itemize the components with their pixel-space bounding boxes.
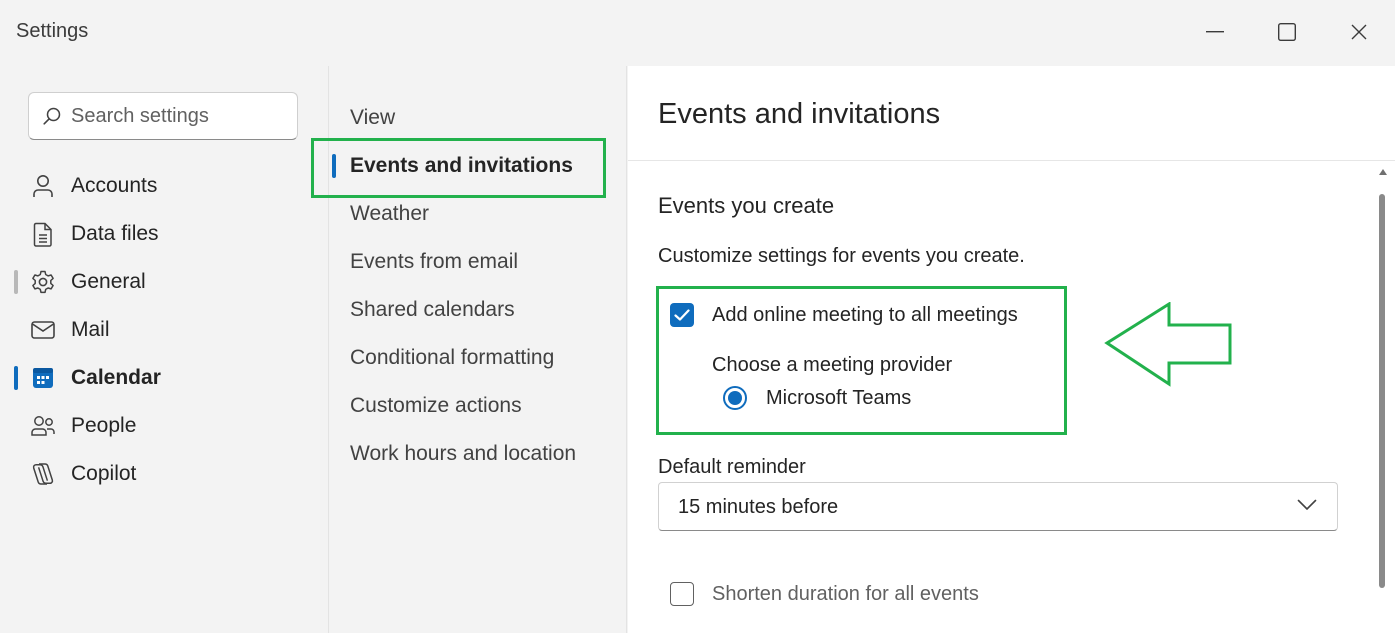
calendar-subnav: View Events and invitations Weather Even… bbox=[328, 66, 627, 633]
document-icon bbox=[33, 222, 52, 247]
checkmark-icon bbox=[674, 309, 690, 321]
sidebar-item-calendar[interactable]: Calendar bbox=[14, 356, 314, 400]
content-scrollbar[interactable] bbox=[1376, 160, 1390, 633]
window-title: Settings bbox=[16, 20, 89, 42]
subnav-item-label: Shared calendars bbox=[350, 298, 515, 321]
shorten-duration-checkbox[interactable] bbox=[670, 582, 694, 606]
sidebar-item-label: People bbox=[71, 414, 137, 437]
page-title: Events and invitations bbox=[658, 98, 941, 130]
sidebar-item-label: Copilot bbox=[71, 462, 137, 485]
subnav-item-events-from-email[interactable]: Events from email bbox=[329, 240, 627, 284]
sidebar-item-label: Calendar bbox=[71, 366, 161, 389]
chevron-down-icon bbox=[1297, 499, 1317, 510]
scroll-up-icon[interactable] bbox=[1378, 168, 1388, 176]
calendar-icon bbox=[33, 368, 53, 388]
gear-icon bbox=[32, 270, 54, 294]
sidebar-item-data-files[interactable]: Data files bbox=[14, 212, 314, 256]
sidebar-item-people[interactable]: People bbox=[14, 404, 314, 448]
subnav-item-conditional-formatting[interactable]: Conditional formatting bbox=[329, 336, 627, 380]
search-box[interactable] bbox=[28, 92, 298, 140]
settings-sidebar: Accounts Data files General Mail bbox=[0, 66, 328, 633]
section-title: Events you create bbox=[658, 193, 835, 218]
selection-indicator bbox=[14, 366, 18, 390]
search-icon bbox=[43, 107, 61, 125]
subnav-item-view[interactable]: View bbox=[329, 96, 627, 140]
sidebar-item-label: Accounts bbox=[71, 174, 158, 197]
subnav-item-label: Events and invitations bbox=[350, 154, 573, 177]
online-meeting-label: Add online meeting to all meetings bbox=[712, 304, 1018, 326]
default-reminder-dropdown[interactable]: 15 minutes before bbox=[658, 482, 1338, 531]
subnav-item-label: Work hours and location bbox=[350, 442, 577, 465]
scroll-thumb[interactable] bbox=[1379, 194, 1385, 588]
subnav-item-label: Events from email bbox=[350, 250, 519, 273]
subnav-item-work-hours-and-location[interactable]: Work hours and location bbox=[329, 432, 627, 476]
subnav-item-label: Conditional formatting bbox=[350, 346, 555, 369]
pointer-arrow-icon bbox=[1104, 302, 1232, 387]
sidebar-item-label: Mail bbox=[71, 318, 110, 341]
subnav-item-events-and-invitations[interactable]: Events and invitations bbox=[329, 144, 627, 188]
microsoft-teams-radio[interactable] bbox=[723, 386, 747, 410]
content-header: Events and invitations bbox=[628, 66, 1395, 161]
mail-icon bbox=[31, 321, 55, 339]
search-input[interactable] bbox=[71, 104, 281, 128]
microsoft-teams-label: Microsoft Teams bbox=[766, 387, 912, 409]
subnav-item-customize-actions[interactable]: Customize actions bbox=[329, 384, 627, 428]
shorten-duration-label: Shorten duration for all events bbox=[712, 583, 979, 605]
subnav-item-label: Customize actions bbox=[350, 394, 522, 417]
sidebar-item-mail[interactable]: Mail bbox=[14, 308, 314, 352]
online-meeting-checkbox[interactable] bbox=[670, 303, 694, 327]
radio-dot bbox=[728, 391, 742, 405]
people-icon bbox=[31, 416, 55, 436]
settings-content: Events and invitations Events you create… bbox=[628, 66, 1395, 633]
close-button[interactable] bbox=[1336, 12, 1382, 52]
sidebar-item-label: General bbox=[71, 270, 146, 293]
dropdown-value: 15 minutes before bbox=[678, 496, 839, 518]
sidebar-item-label: Data files bbox=[71, 222, 159, 245]
subnav-item-label: Weather bbox=[350, 202, 429, 225]
minimize-button[interactable] bbox=[1192, 12, 1238, 52]
close-icon bbox=[1351, 24, 1367, 40]
subnav-item-weather[interactable]: Weather bbox=[329, 192, 627, 236]
default-reminder-label: Default reminder bbox=[658, 456, 806, 478]
selection-indicator bbox=[14, 270, 18, 294]
sidebar-item-copilot[interactable]: Copilot bbox=[14, 452, 314, 496]
subnav-item-label: View bbox=[350, 106, 396, 129]
person-icon bbox=[33, 175, 53, 197]
subnav-item-shared-calendars[interactable]: Shared calendars bbox=[329, 288, 627, 332]
maximize-button[interactable] bbox=[1264, 12, 1310, 52]
sidebar-item-general[interactable]: General bbox=[14, 260, 314, 304]
meeting-provider-label: Choose a meeting provider bbox=[712, 354, 953, 376]
minimize-icon bbox=[1206, 31, 1224, 33]
maximize-icon bbox=[1278, 23, 1296, 41]
title-bar: Settings bbox=[0, 0, 1395, 66]
sidebar-item-accounts[interactable]: Accounts bbox=[14, 164, 314, 208]
copilot-icon bbox=[32, 463, 54, 485]
selection-indicator bbox=[332, 154, 336, 178]
section-description: Customize settings for events you create… bbox=[658, 245, 1025, 267]
